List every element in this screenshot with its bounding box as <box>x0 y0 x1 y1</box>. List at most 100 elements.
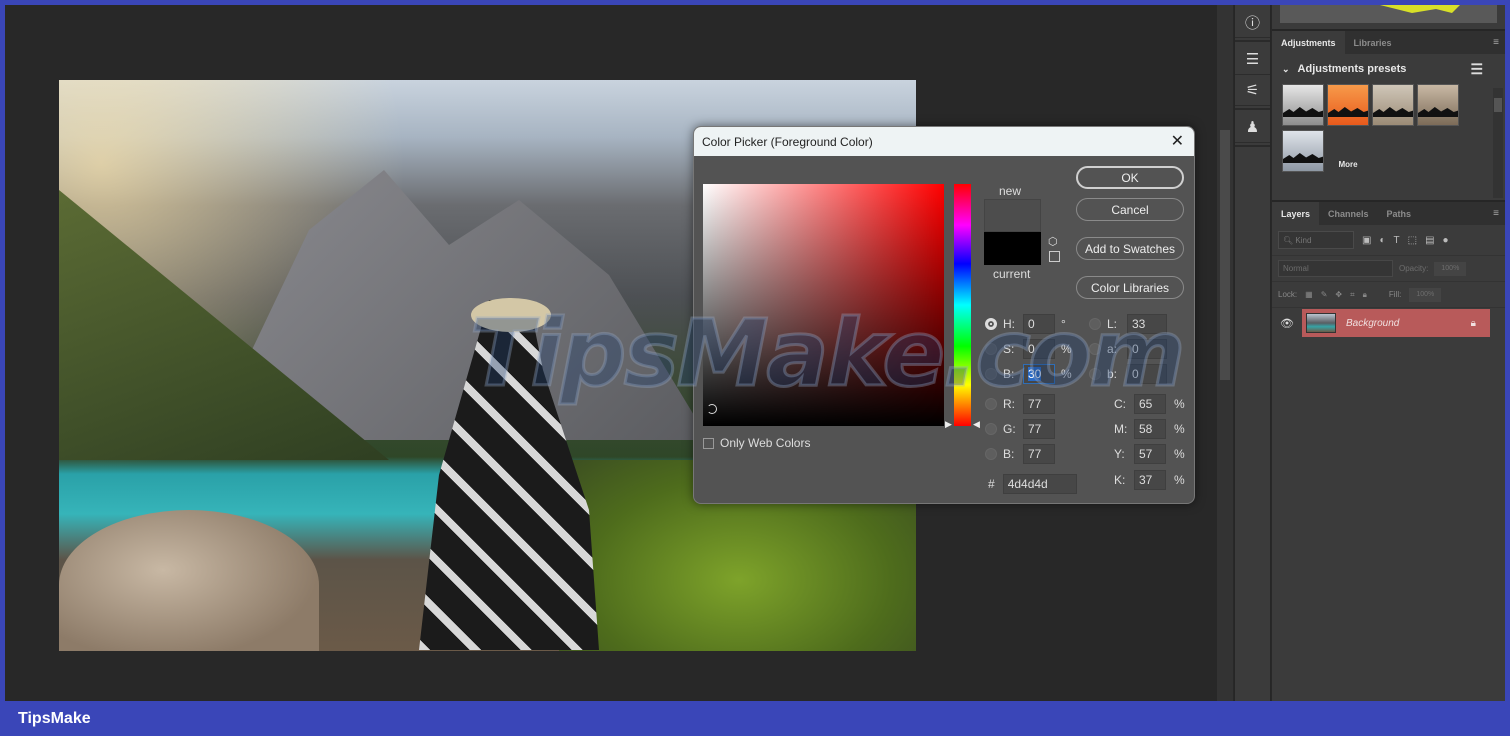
label-a: a: <box>1107 342 1118 356</box>
tab-adjustments[interactable]: Adjustments <box>1272 31 1345 54</box>
input-blue[interactable]: 77 <box>1023 444 1055 464</box>
blend-mode-select[interactable]: Normal <box>1278 260 1393 277</box>
lock-row: Lock: ▦ ✎ ✥ ⌗ 🔒︎ Fill: 100% <box>1272 282 1505 308</box>
label-r: R: <box>1003 397 1015 411</box>
lock-icon: 🔒︎ <box>1470 317 1476 329</box>
vertical-scrollbar[interactable] <box>1217 5 1233 701</box>
radio-blue[interactable] <box>985 448 997 460</box>
input-l[interactable]: 33 <box>1127 314 1167 334</box>
panel-icon-strip: ⓘ ☰ ⚟ ♟ <box>1234 5 1271 701</box>
input-g[interactable]: 77 <box>1023 419 1055 439</box>
adjustments-presets-header[interactable]: ⌄ Adjustments presets ☰ <box>1272 54 1505 84</box>
checkbox-icon[interactable] <box>703 437 714 449</box>
new-color-swatch <box>984 199 1041 232</box>
input-b[interactable]: 30 <box>1023 364 1055 384</box>
preset-thumbnail[interactable] <box>1327 84 1369 126</box>
new-label: new <box>999 184 1022 198</box>
filter-toggle-icon[interactable]: ● <box>1443 235 1449 246</box>
input-lab-b[interactable]: 0 <box>1127 364 1167 384</box>
smart-object-filter-icon[interactable]: ▤ <box>1425 235 1434 246</box>
tab-paths[interactable]: Paths <box>1378 202 1421 225</box>
panel-menu-icon[interactable]: ≡ <box>1493 208 1499 219</box>
label-g: G: <box>1003 422 1016 436</box>
layer-background[interactable]: Background 🔒︎ <box>1302 309 1490 337</box>
list-view-icon[interactable]: ☰ <box>1470 61 1483 78</box>
preset-thumbnail[interactable] <box>1282 130 1324 172</box>
input-y[interactable]: 57 <box>1134 444 1166 464</box>
preset-thumbnail[interactable] <box>1417 84 1459 126</box>
input-m[interactable]: 58 <box>1134 419 1166 439</box>
type-filter-icon[interactable]: T <box>1394 235 1400 246</box>
field-g: G: 77 <box>985 419 1055 439</box>
only-web-colors-checkbox[interactable]: Only Web Colors <box>703 436 810 450</box>
input-a[interactable]: 0 <box>1127 339 1167 359</box>
label-h: H: <box>1003 317 1015 331</box>
radio-h[interactable] <box>985 318 997 330</box>
input-r[interactable]: 77 <box>1023 394 1055 414</box>
lock-artboard-icon[interactable]: ⌗ <box>1350 290 1355 300</box>
radio-r[interactable] <box>985 398 997 410</box>
tab-channels[interactable]: Channels <box>1319 202 1378 225</box>
brush-settings-icon[interactable]: ⚟ <box>1235 75 1270 106</box>
label-c: C: <box>1114 397 1126 411</box>
fill-input[interactable]: 100% <box>1409 287 1442 302</box>
hue-slider[interactable] <box>954 184 971 426</box>
ok-button[interactable]: OK <box>1076 166 1184 189</box>
panel-menu-icon[interactable]: ≡ <box>1493 37 1499 48</box>
input-s[interactable]: 0 <box>1023 339 1055 359</box>
label-blue: B: <box>1003 447 1015 461</box>
clone-source-icon[interactable]: ♟ <box>1235 112 1270 143</box>
lock-image-icon[interactable]: ✎ <box>1321 290 1328 299</box>
chevron-down-icon: ⌄ <box>1282 63 1290 74</box>
tab-libraries[interactable]: Libraries <box>1345 31 1401 54</box>
shape-filter-icon[interactable]: ⬚ <box>1408 235 1417 246</box>
lock-all-icon[interactable]: 🔒︎ <box>1363 290 1367 300</box>
adjustment-filter-icon[interactable]: ◐ <box>1379 235 1385 246</box>
rock <box>59 510 319 651</box>
cube-icon[interactable]: ⬡ <box>1048 235 1058 248</box>
radio-s[interactable] <box>985 343 997 355</box>
dialog-titlebar: Color Picker (Foreground Color) ✕ <box>694 127 1194 156</box>
field-k: K: 37% <box>1114 470 1188 490</box>
websafe-square-icon[interactable] <box>1049 251 1060 262</box>
layer-row[interactable]: 👁︎ Background 🔒︎ <box>1272 308 1505 338</box>
radio-b[interactable] <box>985 368 997 380</box>
radio-lab-b[interactable] <box>1089 368 1101 380</box>
close-icon[interactable]: ✕ <box>1171 131 1184 151</box>
radio-l[interactable] <box>1089 318 1101 330</box>
unit-c: % <box>1174 397 1185 411</box>
color-field[interactable] <box>703 184 944 426</box>
unit-k: % <box>1174 473 1185 487</box>
preset-thumbnail[interactable] <box>1372 84 1414 126</box>
input-k[interactable]: 37 <box>1134 470 1166 490</box>
pixel-filter-icon[interactable]: ▣ <box>1362 235 1371 246</box>
input-c[interactable]: 65 <box>1134 394 1166 414</box>
radio-a[interactable] <box>1089 343 1101 355</box>
color-field-cursor[interactable] <box>707 404 717 414</box>
radio-g[interactable] <box>985 423 997 435</box>
current-label: current <box>993 267 1031 281</box>
preset-thumbnail[interactable] <box>1282 84 1324 126</box>
lock-position-icon[interactable]: ✥ <box>1335 290 1342 299</box>
presets-scrollbar[interactable] <box>1493 88 1503 198</box>
opacity-input[interactable]: 100% <box>1434 261 1467 276</box>
layer-filter-row: 🔍︎ Kind ▣ ◐ T ⬚ ▤ ● <box>1272 225 1505 256</box>
cancel-button[interactable]: Cancel <box>1076 198 1184 221</box>
lock-transparent-icon[interactable]: ▦ <box>1305 290 1313 299</box>
tab-layers[interactable]: Layers <box>1272 202 1320 225</box>
slider-arrow-left-icon[interactable]: ▶ <box>945 419 952 430</box>
color-libraries-button[interactable]: Color Libraries <box>1076 276 1184 299</box>
filter-kind-label: Kind <box>1295 235 1312 245</box>
input-h[interactable]: 0 <box>1023 314 1055 334</box>
filter-kind-select[interactable]: 🔍︎ Kind <box>1278 231 1354 249</box>
info-icon[interactable]: ⓘ <box>1235 7 1270 38</box>
brush-presets-icon[interactable]: ☰ <box>1235 44 1270 75</box>
layer-name: Background <box>1346 317 1400 329</box>
current-color-swatch[interactable] <box>984 232 1041 265</box>
eye-icon[interactable]: 👁︎ <box>1280 317 1294 330</box>
scrollbar-thumb[interactable] <box>1220 130 1230 380</box>
hex-input[interactable]: 4d4d4d <box>1002 474 1077 494</box>
add-to-swatches-button[interactable]: Add to Swatches <box>1076 237 1184 260</box>
more-presets-button[interactable]: More <box>1327 130 1369 172</box>
slider-arrow-right-icon[interactable]: ◀ <box>973 419 980 430</box>
